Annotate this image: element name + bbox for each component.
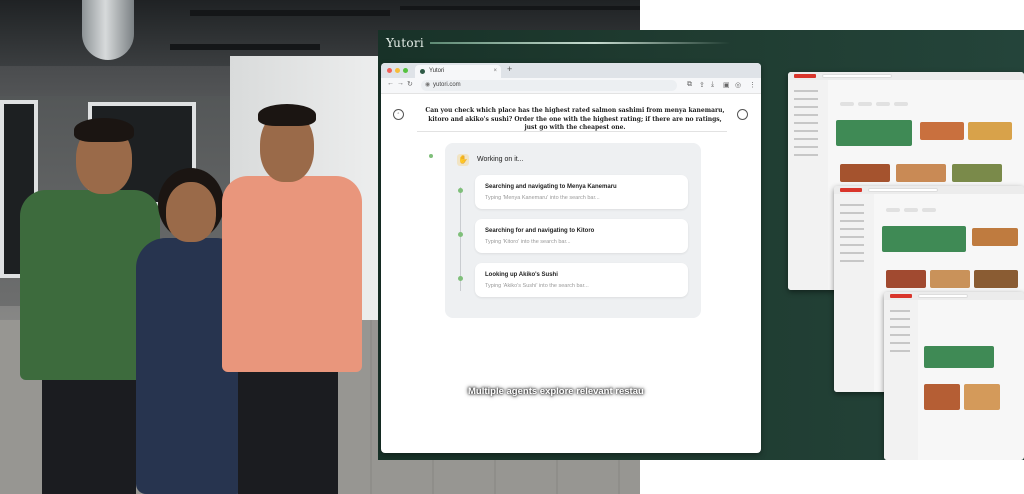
tab-bar: Yutori × +	[381, 63, 761, 78]
close-tab-icon[interactable]: ×	[493, 65, 497, 78]
copy-icon[interactable]: ⧉	[687, 81, 692, 89]
agent-windows	[784, 72, 1024, 460]
food-image	[896, 164, 946, 182]
step-dot	[458, 276, 463, 281]
ceiling-beam	[170, 44, 320, 50]
download-icon[interactable]: ⤓	[711, 81, 714, 89]
working-label: Working on it...	[477, 156, 524, 163]
promo-banner	[924, 346, 994, 368]
extensions-icon[interactable]: ▣	[723, 81, 730, 89]
user-avatar-icon	[737, 109, 748, 120]
food-image	[974, 270, 1018, 288]
share-icon[interactable]: ⇪	[699, 81, 705, 89]
step-detail: Typing 'Kitoro' into the search bar...	[485, 239, 571, 245]
back-icon[interactable]: ←	[387, 80, 394, 87]
ceiling-beam	[190, 10, 390, 16]
divider	[417, 131, 727, 132]
step-dot	[458, 188, 463, 193]
step-detail: Typing 'Menya Kanemaru' into the search …	[485, 195, 600, 201]
yutori-favicon-icon	[420, 69, 425, 74]
tab-yutori[interactable]: Yutori ×	[415, 65, 501, 78]
reload-icon[interactable]: ↻	[407, 80, 413, 88]
ceiling-duct	[82, 0, 134, 60]
maximize-window-dot[interactable]	[403, 68, 408, 73]
video-caption: Multiple agents explore relevant restau	[468, 386, 644, 397]
menu-icon[interactable]: ⋮	[749, 81, 756, 89]
food-image	[840, 164, 890, 182]
close-window-dot[interactable]	[387, 68, 392, 73]
agent-bot-icon: ◦	[393, 109, 404, 120]
doordash-logo	[794, 74, 816, 78]
step-title: Looking up Akiko's Sushi	[485, 272, 558, 278]
step-dot	[458, 232, 463, 237]
brand-wordmark: Yutori	[386, 36, 425, 50]
brand-divider	[430, 42, 730, 44]
minimize-window-dot[interactable]	[395, 68, 400, 73]
url-text: yutori.com	[433, 82, 461, 88]
working-hand-icon: ✋	[457, 154, 469, 166]
url-field[interactable]: ◉ yutori.com	[421, 80, 677, 91]
agent-window	[884, 292, 1024, 460]
food-image	[968, 122, 1012, 140]
promo-banner	[882, 226, 966, 252]
forward-icon[interactable]: →	[397, 80, 404, 87]
food-image	[920, 122, 964, 140]
site-info-icon[interactable]: ◉	[425, 80, 430, 91]
query-row: ◦ Can you check which place has the high…	[381, 103, 761, 131]
status-dot	[429, 154, 433, 158]
food-image	[930, 270, 970, 288]
food-image	[924, 384, 960, 410]
food-image	[952, 164, 1002, 182]
step-card: Searching and navigating to Menya Kanema…	[475, 175, 688, 209]
food-image	[964, 384, 1000, 410]
address-bar-row: ← → ↻ ◉ yutori.com ⧉ ⇪ ⤓ ▣ ◎ ⋮	[381, 78, 761, 94]
promo-banner	[836, 120, 912, 146]
user-query: Can you check which place has the highes…	[425, 107, 725, 131]
step-card: Looking up Akiko's Sushi Typing 'Akiko's…	[475, 263, 688, 297]
tab-title: Yutori	[429, 68, 445, 74]
step-title: Searching and navigating to Menya Kanema…	[485, 184, 617, 190]
ceiling-beam	[400, 6, 640, 10]
step-title: Searching for and navigating to Kitoro	[485, 228, 595, 234]
food-image	[886, 270, 926, 288]
agent-search-bar	[822, 74, 892, 78]
profile-icon[interactable]: ◎	[735, 81, 741, 89]
food-image	[972, 228, 1018, 246]
new-tab-button[interactable]: +	[507, 64, 512, 74]
step-card: Searching for and navigating to Kitoro T…	[475, 219, 688, 253]
working-card: ✋ Working on it... Searching and navigat…	[445, 143, 701, 318]
step-detail: Typing 'Akiko's Sushi' into the search b…	[485, 283, 589, 289]
